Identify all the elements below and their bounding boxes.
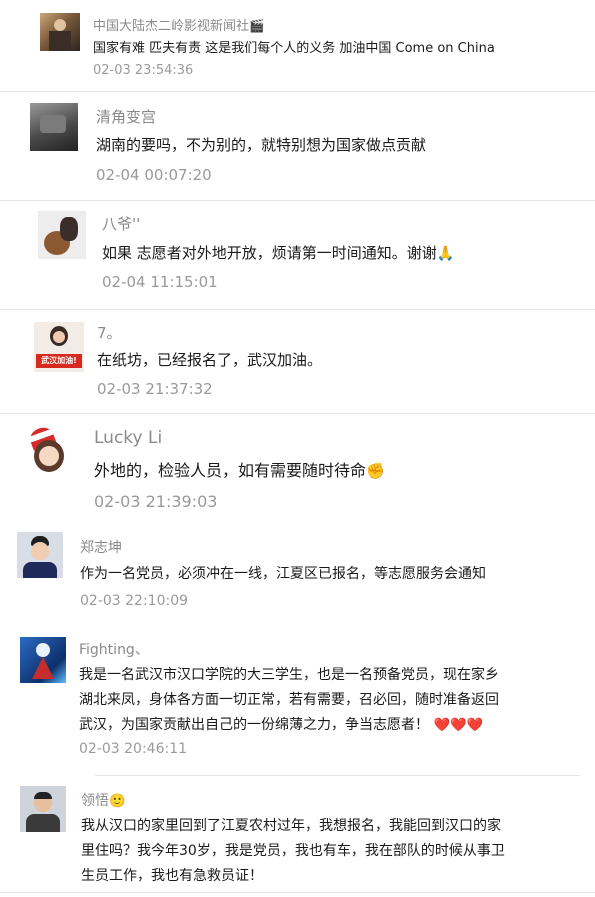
avatar[interactable] <box>17 532 63 578</box>
divider <box>0 892 595 893</box>
avatar[interactable] <box>40 13 80 51</box>
heart-emoji-icon: ❤️❤️❤️ <box>433 718 484 733</box>
comment-time: 02-04 00:07:20 <box>96 166 212 184</box>
comment-time: 02-03 20:46:11 <box>79 741 188 757</box>
avatar[interactable] <box>20 786 66 832</box>
commenter-name[interactable]: 7。 <box>97 322 122 343</box>
avatar[interactable] <box>24 426 76 478</box>
comment-time: 02-03 23:54:36 <box>93 63 194 78</box>
commenter-name[interactable]: 清角变宫 <box>96 106 156 127</box>
comment-item: Fighting、 我是一名武汉市汉口学院的大三学生，也是一名预备党员，现在家乡… <box>15 633 580 773</box>
commenter-name[interactable]: 领悟🙂 <box>81 790 126 810</box>
commenter-name[interactable]: 中国大陆杰二岭影视新闻社🎬 <box>93 15 264 34</box>
comment-text-line: 里住吗？我今年30岁，我是党员，我也有车，我在部队的时候从事卫 <box>81 843 505 859</box>
comment-text: 在纸坊，已经报名了，武汉加油。 <box>97 351 323 369</box>
comment-time: 02-04 11:15:01 <box>102 273 218 291</box>
comment-time: 02-03 21:39:03 <box>94 492 218 511</box>
comment-text: 我从汉口的家里回到了江夏农村过年，我想报名，我能回到汉口的家 里住吗？我今年30… <box>81 814 581 889</box>
comment-item: 清角变宫 湖南的要吗，不为别的，就特别想为国家做点贡献 02-04 00:07:… <box>15 92 580 200</box>
comment-item: 武汉加油! 7。 在纸坊，已经报名了，武汉加油。 02-03 21:37:32 <box>20 310 580 413</box>
comment-item: 中国大陆杰二岭影视新闻社🎬 国家有难 匹夫有责 这是我们每个人的义务 加油中国 … <box>20 5 580 91</box>
comment-item: 郑志坤 作为一名党员，必须冲在一线，江夏区已报名，等志愿服务会通知 02-03 … <box>15 527 580 632</box>
avatar[interactable] <box>20 637 66 683</box>
comment-text: 外地的，检验人员，如有需要随时待命✊ <box>94 461 385 480</box>
comment-time: 02-03 21:37:32 <box>97 380 213 398</box>
smile-emoji-icon: 🙂 <box>109 794 126 809</box>
commenter-name[interactable]: 郑志坤 <box>80 537 122 557</box>
avatar[interactable]: 武汉加油! <box>34 322 84 372</box>
avatar[interactable] <box>30 103 78 151</box>
comment-text-line: 湖北来凤，身体各方面一切正常，若有需要，召必回，随时准备返回 <box>79 692 499 708</box>
comment-text: 作为一名党员，必须冲在一线，江夏区已报名，等志愿服务会通知 <box>80 566 486 582</box>
commenter-name[interactable]: Fighting、 <box>79 639 149 659</box>
comment-text-line: 我从汉口的家里回到了江夏农村过年，我想报名，我能回到汉口的家 <box>81 818 501 834</box>
comment-text-line: 武汉，为国家贡献出自己的一份绵薄之力，争当志愿者！ ❤️❤️❤️ <box>79 713 579 738</box>
comment-text: 我是一名武汉市汉口学院的大三学生，也是一名预备党员，现在家乡 湖北来凤，身体各方… <box>79 663 579 738</box>
fist-emoji-icon: ✊ <box>366 462 385 480</box>
comment-item: 八爷'' 如果 志愿者对外地开放，烦请第一时间通知。谢谢🙏 02-04 11:1… <box>20 201 580 309</box>
comment-item: 领悟🙂 我从汉口的家里回到了江夏农村过年，我想报名，我能回到汉口的家 里住吗？我… <box>15 776 580 892</box>
pray-emoji-icon: 🙏 <box>436 246 455 262</box>
comment-text-line: 我是一名武汉市汉口学院的大三学生，也是一名预备党员，现在家乡 <box>79 667 499 683</box>
commenter-name[interactable]: 八爷'' <box>102 213 140 234</box>
comment-text-line: 生员工作，我也有急救员证！ <box>81 868 263 884</box>
comment-list: 中国大陆杰二岭影视新闻社🎬 国家有难 匹夫有责 这是我们每个人的义务 加油中国 … <box>0 0 595 897</box>
avatar[interactable] <box>38 211 86 259</box>
comment-text: 湖南的要吗，不为别的，就特别想为国家做点贡献 <box>96 136 427 154</box>
commenter-name[interactable]: Lucky Li <box>94 428 162 448</box>
emoji-icon: 🎬 <box>249 19 265 33</box>
comment-time: 02-03 22:10:09 <box>80 593 189 609</box>
avatar-label: 武汉加油! <box>36 354 82 368</box>
comment-text: 国家有难 匹夫有责 这是我们每个人的义务 加油中国 Come on China <box>93 41 495 56</box>
comment-text: 如果 志愿者对外地开放，烦请第一时间通知。谢谢🙏 <box>102 244 455 262</box>
comment-item: Lucky Li 外地的，检验人员，如有需要随时待命✊ 02-03 21:39:… <box>20 414 580 526</box>
